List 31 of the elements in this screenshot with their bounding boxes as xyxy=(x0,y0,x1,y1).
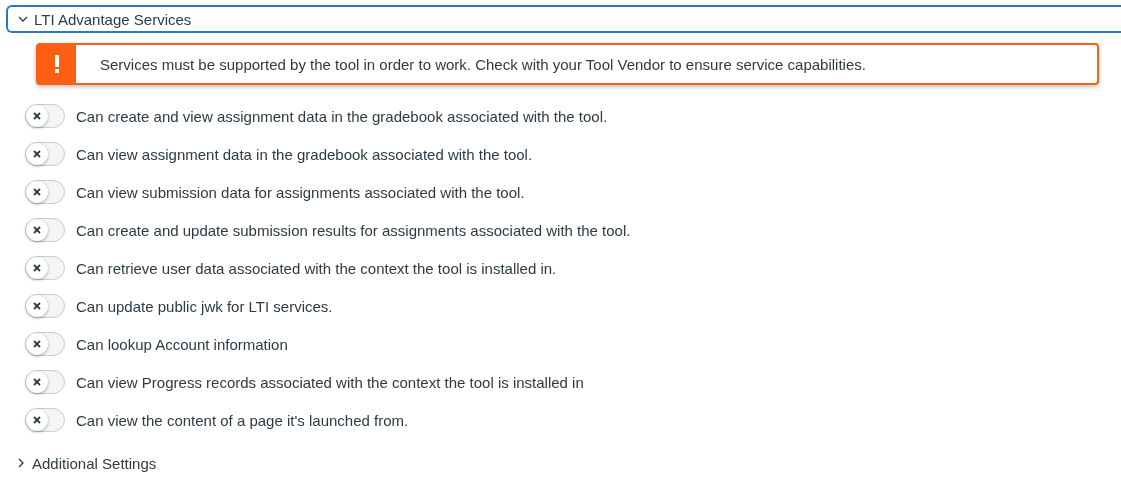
toggle-label: Can view the content of a page it's launched from. xyxy=(76,411,409,429)
close-icon xyxy=(33,150,41,158)
close-icon xyxy=(33,302,41,310)
close-icon xyxy=(33,340,41,348)
close-icon xyxy=(33,226,41,234)
toggle-label: Can view Progress records associated with the context the tool is installed in xyxy=(76,373,584,391)
warning-icon xyxy=(54,55,60,73)
toggle-switch[interactable] xyxy=(25,370,65,394)
toggle-label: Can view submission data for assignments associated with the tool. xyxy=(76,183,525,201)
toggle-label: Can lookup Account information xyxy=(76,335,288,353)
toggle-switch[interactable] xyxy=(25,294,65,318)
close-icon xyxy=(33,188,41,196)
toggle-switch[interactable] xyxy=(25,256,65,280)
alert-message: Services must be supported by the tool in order to work. Check with your Tool Vendor to ensure service capabilities. xyxy=(100,55,866,73)
toggle-label: Can create and view assignment data in the gradebook associated with the tool. xyxy=(76,107,608,125)
section-toggle[interactable]: Additional Settings xyxy=(8,449,167,477)
close-icon xyxy=(33,416,41,424)
toggle-switch[interactable] xyxy=(25,218,65,242)
close-icon xyxy=(33,112,41,120)
toggle-label: Can create and update submission results for assignments associated with the tool. xyxy=(76,221,631,239)
section-toggle[interactable]: LTI Advantage Services xyxy=(6,5,1121,33)
toggle-switch[interactable] xyxy=(25,142,65,166)
toggle-switch[interactable] xyxy=(25,332,65,356)
close-icon xyxy=(33,264,41,272)
toggle-label: Can retrieve user data associated with the context the tool is installed in. xyxy=(76,259,557,277)
toggle-switch[interactable] xyxy=(25,104,65,128)
toggle-label: Can view assignment data in the gradebook associated with the tool. xyxy=(76,145,533,163)
toggle-switch[interactable] xyxy=(25,408,65,432)
toggle-switch[interactable] xyxy=(25,180,65,204)
toggle-label: Can update public jwk for LTI services. xyxy=(76,297,333,315)
close-icon xyxy=(33,378,41,386)
